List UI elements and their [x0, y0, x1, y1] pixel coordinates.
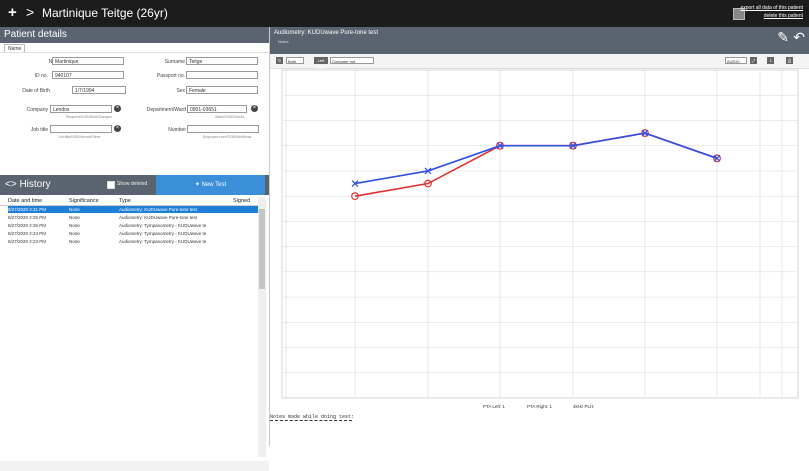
history-scrollbar[interactable]: [258, 197, 266, 457]
column-date[interactable]: Date and time: [8, 198, 42, 204]
undo-icon[interactable]: ↶: [793, 29, 805, 46]
company-label: Company: [26, 107, 48, 113]
history-title: <> History: [5, 179, 51, 190]
cell-date: 8/27/2020 2:31 PM: [8, 207, 47, 212]
notes-subtitle: Notes: [278, 39, 289, 44]
job-title-select[interactable]: [50, 125, 112, 133]
surname-field[interactable]: Teitge: [186, 57, 258, 65]
cell-date: 8/27/2020 2:25 PM: [8, 215, 47, 220]
department-hint: Ward/DOB/Checks: [215, 115, 245, 119]
dob-field[interactable]: 1/7/1994: [72, 86, 126, 94]
new-test-button[interactable]: ✦ New Test: [156, 175, 265, 195]
horizontal-scrollbar[interactable]: [0, 461, 269, 471]
pen-icon[interactable]: ✎: [777, 29, 789, 46]
cell-significance: None: [69, 239, 80, 244]
export-all-data-link[interactable]: export all data of this patient: [740, 5, 803, 11]
zoom-select[interactable]: AUDIO: [725, 57, 747, 64]
number-hint: Employee.num/DOB/Additional: [203, 135, 252, 139]
audiometry-toolbar: ↻ Both Left Right Compare not AUDIO ⤢ ⇩ …: [270, 54, 809, 70]
company-hint: Required/DOB/WorkChanges: [66, 115, 112, 119]
cell-significance: None: [69, 215, 80, 220]
pta-4khz: 4kHz PLH:: [573, 404, 595, 409]
column-type[interactable]: Type: [119, 198, 131, 204]
left-panel: Patient details Name Name Martinique Sur…: [0, 27, 270, 471]
department-label: Department/Ward: [146, 107, 186, 113]
id-field[interactable]: 940107: [52, 71, 124, 79]
number-field[interactable]: [187, 125, 259, 133]
name-field[interactable]: Martinique: [52, 57, 124, 65]
passport-field[interactable]: [186, 71, 258, 79]
chart-plot-area: [281, 69, 799, 399]
job-title-hint: Job title/DOB/Hazard/Other: [58, 135, 101, 139]
table-row[interactable]: 8/27/2020 2:31 PM None Audiometry: KUDUwav…: [8, 206, 258, 213]
table-row[interactable]: 8/27/2020 2:24 PM None Audiometry: Tympano…: [8, 230, 258, 237]
history-bar: <> History Show deleted ✦ New Test: [0, 175, 269, 195]
expand-icon[interactable]: ⤢: [750, 57, 757, 64]
job-title-label: Job title: [30, 127, 48, 133]
sex-label: Sex: [176, 88, 185, 94]
cell-date: 8/27/2020 2:26 PM: [8, 223, 47, 228]
cell-type: Audiometry: KUDUwave Pure-tone test: [119, 207, 198, 212]
column-significance[interactable]: Significance: [69, 198, 99, 204]
patient-title: Martinique Teitge (26yr): [42, 6, 168, 20]
display-select[interactable]: Compare not: [330, 57, 374, 64]
print-icon[interactable]: ⎙: [786, 57, 793, 64]
pta-right: PTA Right: 1: [527, 404, 552, 409]
company-select[interactable]: Lendos: [50, 105, 112, 113]
show-deleted-checkbox[interactable]: [107, 181, 115, 189]
audiogram-chart: [281, 69, 799, 399]
id-label: ID no.: [34, 73, 48, 79]
patient-details-form: Name Martinique Surname Teitge ID no. 94…: [0, 52, 269, 175]
table-row[interactable]: 8/27/2020 2:26 PM None Audiometry: Tympano…: [8, 222, 258, 229]
number-label: Number: [168, 127, 186, 133]
clear-job-title-icon[interactable]: ×: [114, 125, 121, 132]
scroll-thumb[interactable]: [259, 209, 265, 289]
view-select[interactable]: Both: [286, 57, 304, 64]
table-row[interactable]: 8/27/2020 2:25 PM None Audiometry: KUDUwav…: [8, 214, 258, 221]
patient-details-header: Patient details: [0, 27, 269, 43]
sex-select[interactable]: Female: [186, 86, 258, 94]
cell-significance: None: [69, 207, 80, 212]
passport-label: Passport no.: [156, 73, 185, 79]
cell-date: 8/27/2020 2:24 PM: [8, 231, 47, 236]
notes-divider: [270, 420, 352, 421]
department-select[interactable]: 0901-03651: [187, 105, 247, 113]
history-table-header: Date and time Significance Type Signed: [0, 197, 258, 206]
cell-date: 8/27/2020 2:23 PM: [8, 239, 47, 244]
clear-department-icon[interactable]: ×: [251, 105, 258, 112]
pta-left: PTA Left: 1: [483, 404, 505, 409]
plus-icon[interactable]: +: [8, 4, 17, 21]
cell-type: Audiometry: Tympanometry - KUDUwave te: [119, 231, 207, 236]
top-bar: + > Martinique Teitge (26yr) export all …: [0, 0, 809, 27]
cell-type: Audiometry: Tympanometry - KUDUwave te: [119, 223, 207, 228]
right-panel: Audiometry: KUDUwave Pure-tone test Note…: [270, 27, 809, 446]
refresh-icon[interactable]: ↻: [276, 57, 283, 64]
cell-type: Audiometry: Tympanometry - KUDUwave te: [119, 239, 207, 244]
surname-label: Surname: [164, 59, 185, 65]
delete-patient-link[interactable]: delete this patient: [764, 13, 803, 19]
cell-type: Audiometry: KUDUwave Pure-tone test: [119, 215, 198, 220]
nav-arrow-icon[interactable]: >: [26, 4, 34, 20]
clear-company-icon[interactable]: ×: [114, 105, 121, 112]
show-deleted-label: Show deleted: [117, 181, 148, 187]
table-row[interactable]: 8/27/2020 2:23 PM None Audiometry: Tympano…: [8, 238, 258, 245]
audiometry-title: Audiometry: KUDUwave Pure-tone test: [274, 30, 379, 36]
cell-significance: None: [69, 223, 80, 228]
cell-significance: None: [69, 231, 80, 236]
dob-label: Date of Birth: [22, 88, 50, 94]
left-right-toggle[interactable]: Left Right: [314, 57, 328, 70]
export-icon[interactable]: ⇩: [767, 57, 774, 64]
audiometry-header: Audiometry: KUDUwave Pure-tone test Note…: [270, 27, 809, 54]
column-signed[interactable]: Signed: [233, 198, 250, 204]
